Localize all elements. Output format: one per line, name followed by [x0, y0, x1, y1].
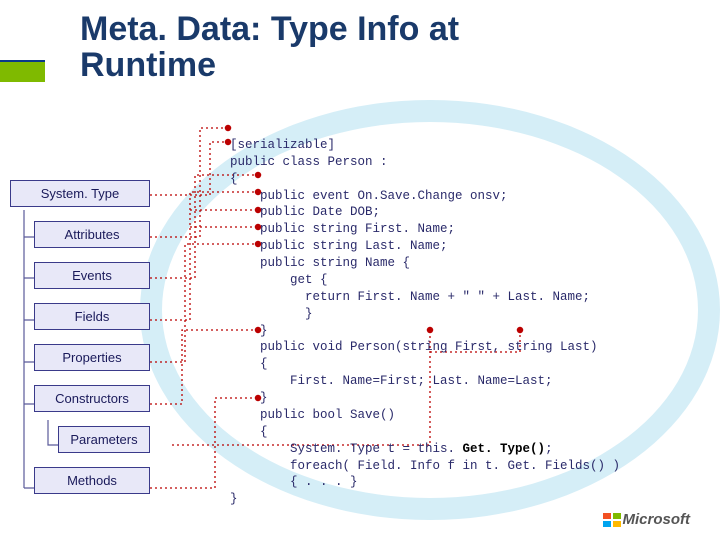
code-line: } [230, 391, 268, 405]
box-system-type: System. Type [10, 180, 150, 207]
page-title: Meta. Data: Type Info at Runtime [80, 12, 459, 83]
box-fields: Fields [34, 303, 150, 330]
code-line: public Date DOB; [230, 205, 380, 219]
gettype-call: Get. Type() [463, 442, 546, 456]
code-line: } [230, 307, 313, 321]
box-attributes: Attributes [34, 221, 150, 248]
code-line: public string Name { [230, 256, 410, 270]
code-line: { [230, 357, 268, 371]
code-line: public void Person(string First, string … [230, 340, 598, 354]
box-constructors: Constructors [34, 385, 150, 412]
ms-flag-icon [603, 513, 621, 527]
code-line: } [230, 324, 268, 338]
code-block: [serializable] public class Person : { p… [230, 120, 620, 508]
code-line: public bool Save() [230, 408, 395, 422]
microsoft-logo: Microsoft [603, 511, 691, 528]
code-line: public string First. Name; [230, 222, 455, 236]
code-line: return First. Name + " " + Last. Name; [230, 290, 590, 304]
box-properties: Properties [34, 344, 150, 371]
code-line: [serializable] [230, 138, 335, 152]
code-line: System. Type t = this. Get. Type(); [230, 442, 553, 456]
title-line-2: Runtime [80, 46, 216, 84]
box-parameters: Parameters [58, 426, 150, 453]
code-line: foreach( Field. Info f in t. Get. Fields… [230, 459, 620, 473]
reflection-boxes: System. Type Attributes Events Fields Pr… [10, 180, 150, 508]
code-line: { [230, 172, 238, 186]
title-line-1: Meta. Data: Type Info at [80, 10, 459, 48]
code-line: public event On.Save.Change onsv; [230, 189, 508, 203]
code-line: public string Last. Name; [230, 239, 448, 253]
ms-logo-text: Microsoft [623, 511, 691, 528]
code-line: public class Person : [230, 155, 388, 169]
code-line: { . . . } [230, 475, 358, 489]
code-line: { [230, 425, 268, 439]
code-line: get { [230, 273, 328, 287]
box-methods: Methods [34, 467, 150, 494]
accent-bar [0, 60, 45, 82]
code-line: } [230, 492, 238, 506]
box-events: Events [34, 262, 150, 289]
code-line: First. Name=First; Last. Name=Last; [230, 374, 553, 388]
